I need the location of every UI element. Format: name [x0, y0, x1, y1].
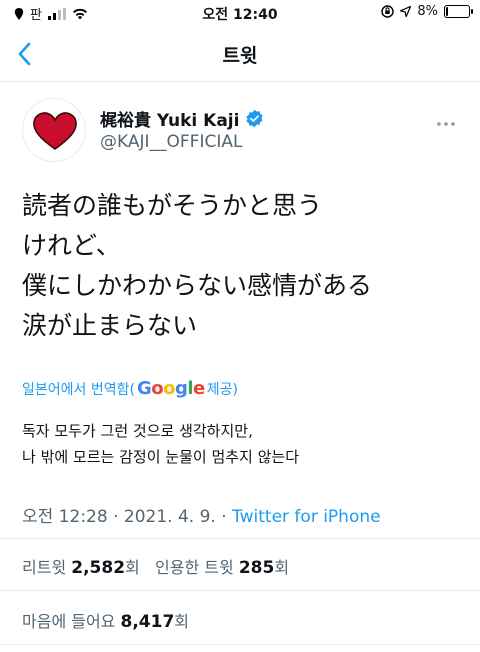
verified-badge-icon	[246, 109, 264, 128]
tweet-text-line: 僕にしかわからない感情がある	[22, 271, 373, 300]
retweets-stat[interactable]: 리트윗 2,582회	[22, 558, 140, 578]
nav-title: 트윗	[222, 45, 258, 67]
user-handle[interactable]: @KAJI__OFFICIAL	[100, 132, 242, 152]
battery-fill	[446, 7, 448, 16]
translated-by-link[interactable]: 일본어에서 번역함( Google 제공)	[22, 378, 238, 399]
meta-separator: ·	[215, 507, 233, 527]
stats-row-retweets: 리트윗 2,582회 인용한 트윗 285회	[22, 554, 289, 578]
tweet-meta: 오전 12:28 · 2021. 4. 9. · Twitter for iPh…	[22, 502, 381, 527]
name-row: 梶裕貴 Yuki Kaji	[100, 106, 264, 131]
tweet-text-line: けれど、	[22, 231, 121, 260]
divider	[0, 644, 480, 645]
translate-prefix: 일본어에서 번역함(	[22, 381, 135, 398]
likes-label: 마음에 들어요	[22, 612, 121, 631]
translated-line: 나 밖에 모르는 감정이 눈물이 멈추지 않는다	[22, 448, 300, 466]
heart-icon	[33, 112, 77, 150]
translate-suffix: 제공)	[206, 381, 238, 398]
status-bar: 판 오전 12:40 8%	[0, 0, 480, 26]
display-name[interactable]: 梶裕貴 Yuki Kaji	[100, 106, 239, 131]
tweet-text: 読者の誰もがそうかと思う けれど、 僕にしかわからない感情がある 涙が止まらない	[22, 186, 372, 346]
quote-tweets-stat[interactable]: 인용한 트윗 285회	[155, 558, 290, 578]
tweet-text-line: 涙が止まらない	[22, 311, 198, 340]
more-dots-icon	[437, 122, 455, 126]
divider	[0, 538, 480, 539]
divider	[0, 590, 480, 591]
tweet-time: 오전 12:28	[22, 507, 108, 527]
quotes-count: 285	[238, 558, 275, 578]
retweets-unit: 회	[125, 558, 140, 577]
battery-percent: 8%	[417, 4, 438, 19]
tweet-date: 2021. 4. 9.	[123, 507, 216, 527]
likes-unit: 회	[174, 612, 190, 631]
quotes-unit: 회	[274, 558, 290, 577]
meta-separator: ·	[107, 507, 124, 527]
tweet-text-line: 読者の誰もがそうかと思う	[22, 191, 323, 220]
likes-stat[interactable]: 마음에 들어요 8,417회	[22, 612, 190, 632]
quotes-label: 인용한 트윗	[155, 558, 239, 577]
stats-row-likes: 마음에 들어요 8,417회	[22, 608, 189, 632]
tweet-source-link[interactable]: Twitter for iPhone	[232, 507, 381, 527]
retweets-label: 리트윗	[22, 558, 72, 577]
translated-text: 독자 모두가 그런 것으로 생각하지만, 나 밖에 모르는 감정이 눈물이 멈추…	[22, 418, 299, 470]
likes-count: 8,417	[120, 612, 175, 632]
translated-line: 독자 모두가 그런 것으로 생각하지만,	[22, 422, 253, 440]
more-options-button[interactable]	[436, 112, 456, 131]
nav-bar: 트윗	[0, 26, 480, 82]
google-logo: Google	[136, 378, 205, 399]
battery-icon	[444, 5, 473, 18]
status-right: 8%	[381, 4, 473, 19]
rotation-lock-icon	[381, 5, 395, 18]
avatar[interactable]	[22, 98, 86, 162]
retweets-count: 2,582	[71, 558, 126, 578]
location-arrow-icon	[400, 6, 412, 17]
